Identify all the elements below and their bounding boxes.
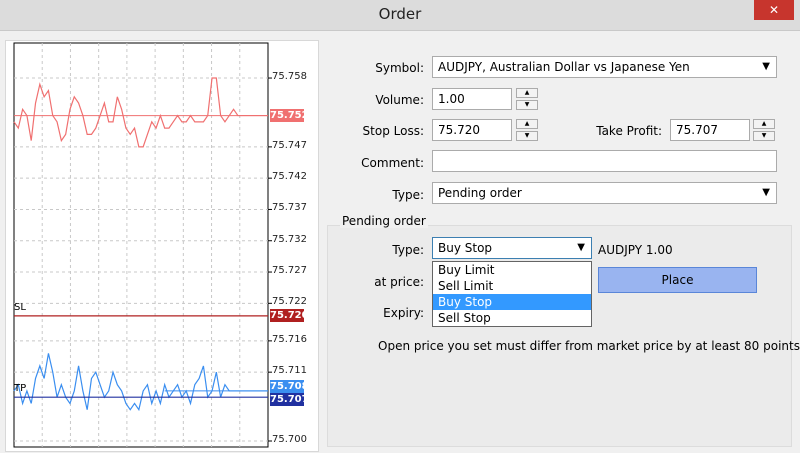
volume-label: Volume: [375, 93, 424, 107]
order-type-value: Pending order [438, 186, 522, 200]
symbol-value: AUDJPY, Australian Dollar vs Japanese Ye… [438, 60, 690, 74]
place-button[interactable]: Place [598, 267, 757, 293]
tp-price-tag: 75.707 [270, 393, 309, 407]
axis-tick-label: 75.747 [272, 139, 307, 151]
pending-type-select[interactable]: Buy Stop ▼ [432, 237, 592, 259]
dropdown-arrow-icon: ▼ [762, 61, 770, 72]
dropdown-arrow-icon: ▼ [577, 242, 585, 253]
window-title: Order [378, 5, 422, 23]
tp-line-label: TP [14, 383, 27, 395]
axis-tick-label: 75.722 [272, 296, 307, 308]
axis-tick-label: 75.758 [272, 71, 307, 83]
dropdown-option-sell-limit[interactable]: Sell Limit [433, 278, 591, 294]
spin-down-icon[interactable]: ▼ [753, 131, 775, 141]
dropdown-arrow-icon: ▼ [762, 187, 770, 198]
order-type-select[interactable]: Pending order ▼ [432, 182, 777, 204]
axis-tick-label: 75.711 [272, 365, 307, 377]
volume-input[interactable]: 1.00 [432, 88, 512, 110]
bid-price-tag: 75.752 [270, 108, 309, 122]
pending-type-dropdown[interactable]: Buy Limit Sell Limit Buy Stop Sell Stop [432, 261, 592, 327]
axis-tick-label: 75.737 [272, 202, 307, 214]
spin-up-icon[interactable]: ▲ [516, 119, 538, 129]
ask-price-tag: 75.708 [270, 379, 309, 393]
dropdown-option-sell-stop[interactable]: Sell Stop [433, 310, 591, 326]
sl-line-label: SL [14, 301, 26, 313]
spin-up-icon[interactable]: ▲ [516, 88, 538, 98]
comment-input[interactable] [432, 150, 777, 172]
plot-border [13, 42, 269, 448]
axis-tick-label: 75.732 [272, 233, 307, 245]
price-distance-note: Open price you set must differ from mark… [378, 339, 800, 353]
close-icon: ✕ [768, 3, 780, 17]
pending-type-label: Type: [392, 243, 424, 257]
take-profit-input[interactable]: 75.707 [670, 119, 750, 141]
spin-down-icon[interactable]: ▼ [516, 131, 538, 141]
close-button[interactable]: ✕ [754, 0, 794, 20]
symbol-select[interactable]: AUDJPY, Australian Dollar vs Japanese Ye… [432, 56, 777, 78]
at-price-label: at price: [374, 275, 424, 289]
stop-loss-input[interactable]: 75.720 [432, 119, 512, 141]
take-profit-label: Take Profit: [596, 124, 662, 138]
dropdown-option-buy-stop[interactable]: Buy Stop [433, 294, 591, 310]
pending-order-title: Pending order [340, 214, 428, 228]
sl-price-tag: 75.720 [270, 308, 309, 322]
symbol-label: Symbol: [375, 61, 424, 75]
axis-tick-label: 75.716 [272, 333, 307, 345]
spin-down-icon[interactable]: ▼ [516, 100, 538, 110]
bid-price-line [13, 77, 268, 148]
axis-tick-label: 75.727 [272, 265, 307, 277]
dropdown-option-buy-limit[interactable]: Buy Limit [433, 262, 591, 278]
stop-loss-label: Stop Loss: [362, 124, 424, 138]
title-bar: Order ✕ [0, 0, 800, 31]
expiry-label: Expiry: [383, 306, 424, 320]
symbol-volume-info: AUDJPY 1.00 [598, 243, 673, 257]
stop-loss-stepper[interactable]: ▲ ▼ [516, 119, 538, 141]
volume-stepper[interactable]: ▲ ▼ [516, 88, 538, 110]
order-type-label: Type: [392, 188, 424, 202]
pending-type-value: Buy Stop [438, 241, 493, 255]
comment-label: Comment: [361, 156, 424, 170]
spin-up-icon[interactable]: ▲ [753, 119, 775, 129]
axis-tick-label: 75.742 [272, 171, 307, 183]
axis-tick-label: 75.700 [272, 434, 307, 445]
take-profit-stepper[interactable]: ▲ ▼ [753, 119, 775, 141]
ask-price-line [13, 353, 268, 412]
